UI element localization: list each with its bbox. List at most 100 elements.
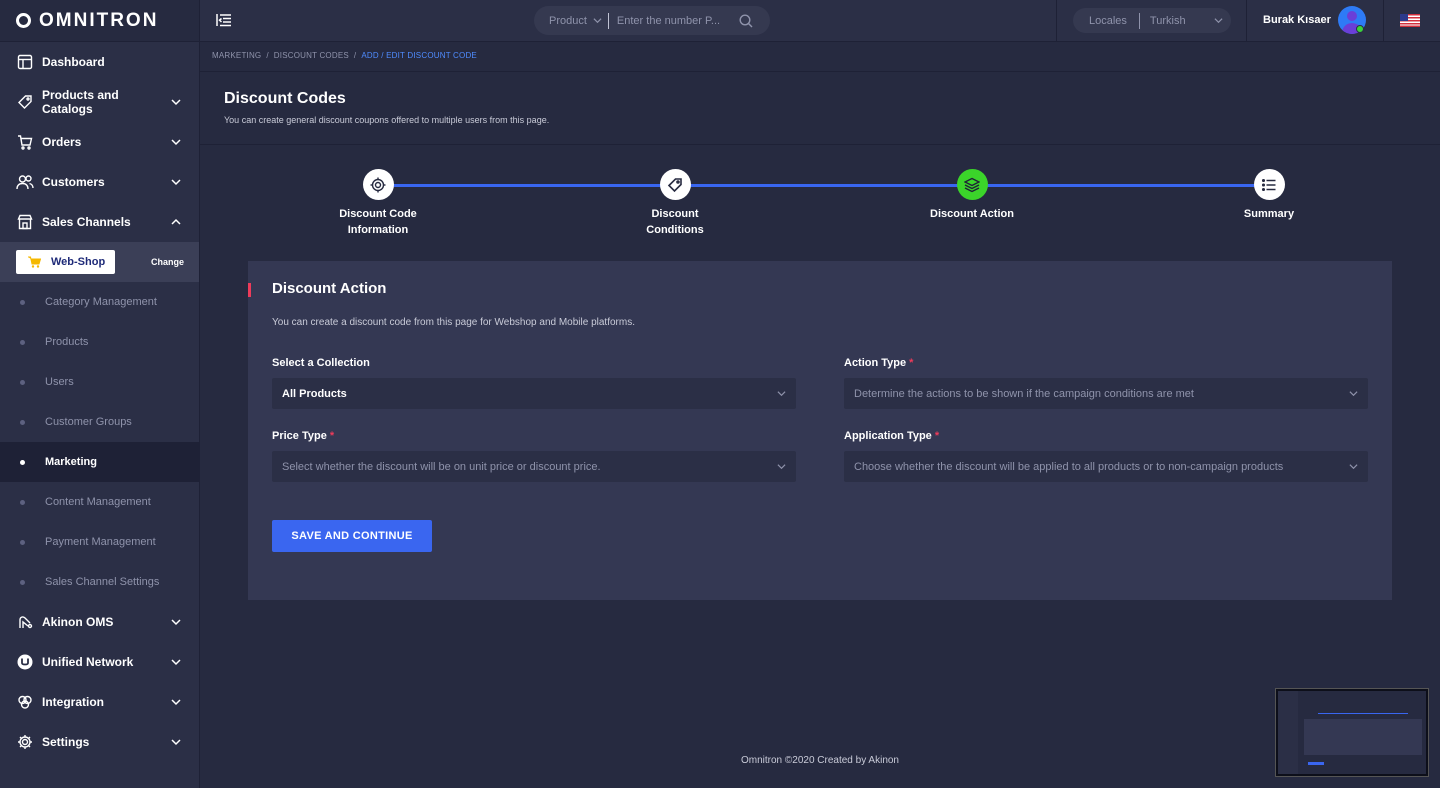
- sidebar-item-unified-network[interactable]: Unified Network: [0, 642, 199, 682]
- stepper-progress-line: [378, 184, 1268, 187]
- bullet-icon: [20, 539, 25, 545]
- field-label: Price Type *: [272, 430, 335, 442]
- sidebar-subitem-marketing[interactable]: Marketing: [0, 442, 199, 482]
- step-discount-action[interactable]: Discount Action: [892, 169, 1052, 222]
- sidebar-item-integration[interactable]: Integration: [0, 682, 199, 722]
- breadcrumb-current: ADD / EDIT DISCOUNT CODE: [361, 51, 477, 60]
- flag-icon[interactable]: [1400, 14, 1420, 27]
- change-channel-button[interactable]: Change: [151, 257, 184, 267]
- sidebar-subitem-content-management[interactable]: Content Management: [0, 482, 199, 522]
- integration-icon: [16, 693, 34, 711]
- sidebar-item-label: Dashboard: [42, 55, 105, 69]
- sidebar-item-sales-channels[interactable]: Sales Channels: [0, 202, 199, 242]
- sidebar-item-customers[interactable]: Customers: [0, 162, 199, 202]
- sidebar-subitem-label: Content Management: [45, 496, 151, 508]
- sidebar-subitem-users[interactable]: Users: [0, 362, 199, 402]
- chevron-down-icon: [777, 464, 786, 470]
- sidebar-subitem-payment-management[interactable]: Payment Management: [0, 522, 199, 562]
- sidebar-subitem-products[interactable]: Products: [0, 322, 199, 362]
- required-marker: *: [329, 430, 335, 442]
- chevron-down-icon: [171, 179, 181, 186]
- locale-select[interactable]: Locales Turkish: [1073, 8, 1231, 33]
- tag-icon: [667, 177, 682, 192]
- step-summary[interactable]: Summary: [1189, 169, 1349, 222]
- sidebar-item-products-and-catalogs[interactable]: Products and Catalogs: [0, 82, 199, 122]
- cart-icon: [16, 133, 34, 151]
- collection-field: Select a Collection All Products: [272, 357, 796, 409]
- top-header: Product Locales Turkish Burak Kısaer: [200, 0, 1440, 42]
- minimap-sidebar: [1278, 691, 1298, 774]
- step-label: Discount Conditions: [646, 208, 704, 236]
- sidebar-subitem-sales-channel-settings[interactable]: Sales Channel Settings: [0, 562, 199, 602]
- sidebar-item-label: Integration: [42, 695, 104, 709]
- online-status-badge: [1356, 25, 1364, 33]
- sidebar-subitem-label: Category Management: [45, 296, 157, 308]
- chevron-down-icon: [777, 391, 786, 397]
- global-search: Product: [534, 6, 770, 35]
- bullet-icon: [20, 459, 25, 465]
- network-icon: [16, 653, 34, 671]
- breadcrumb-item-marketing[interactable]: MARKETING: [212, 51, 261, 60]
- locale-divider: [1138, 12, 1140, 29]
- save-and-continue-button[interactable]: SAVE AND CONTINUE: [272, 520, 432, 552]
- cart-icon: [28, 256, 41, 268]
- step-label: Discount Action: [930, 208, 1014, 220]
- breadcrumb-item-discount-codes[interactable]: DISCOUNT CODES: [274, 51, 349, 60]
- action-type-select[interactable]: Determine the actions to be shown if the…: [844, 378, 1368, 409]
- users-icon: [16, 173, 34, 191]
- sidebar-item-settings[interactable]: Settings: [0, 722, 199, 762]
- sidebar-item-label: Akinon OMS: [42, 615, 114, 629]
- dashboard-icon: [16, 53, 34, 71]
- breadcrumb: MARKETING / DISCOUNT CODES / ADD / EDIT …: [212, 51, 477, 60]
- sidebar-item-label: Unified Network: [42, 655, 134, 669]
- collection-select[interactable]: All Products: [272, 378, 796, 409]
- chevron-down-icon: [1349, 391, 1358, 397]
- logo-text: OMNITRON: [39, 9, 159, 31]
- bullet-icon: [20, 379, 25, 385]
- chevron-down-icon: [171, 659, 181, 666]
- chevron-down-icon[interactable]: [593, 16, 602, 25]
- search-input[interactable]: [616, 14, 733, 27]
- sidebar-item-dashboard[interactable]: Dashboard: [0, 42, 199, 82]
- gear-icon: [16, 733, 34, 751]
- locales-label: Locales: [1089, 14, 1127, 27]
- divider: [200, 144, 1440, 145]
- sidebar-subitem-label: Users: [45, 376, 74, 388]
- page-minimap[interactable]: [1276, 689, 1428, 776]
- user-name[interactable]: Burak Kısaer: [1263, 14, 1331, 26]
- step-discount-conditions[interactable]: Discount Conditions: [595, 169, 755, 238]
- header-divider: [1056, 0, 1057, 42]
- minimap-card: [1304, 719, 1422, 755]
- step-discount-code-information[interactable]: Discount Code Information: [298, 169, 458, 238]
- sidebar-item-akinon-oms[interactable]: Akinon OMS: [0, 602, 199, 642]
- step-circle: [362, 169, 394, 200]
- search-category-select[interactable]: Product: [549, 15, 587, 27]
- search-divider: [607, 12, 609, 29]
- chevron-down-icon: [171, 619, 181, 626]
- sidebar-item-orders[interactable]: Orders: [0, 122, 199, 162]
- application-type-select[interactable]: Choose whether the discount will be appl…: [844, 451, 1368, 482]
- step-circle: [1253, 169, 1285, 200]
- select-value: All Products: [282, 387, 347, 400]
- chevron-down-icon: [1349, 464, 1358, 470]
- price-type-select[interactable]: Select whether the discount will be on u…: [272, 451, 796, 482]
- footer-credits: Omnitron ©2020 Created by Akinon: [740, 755, 899, 766]
- discount-action-card: Discount Action You can create a discoun…: [248, 261, 1392, 600]
- sidebar-subitem-category-management[interactable]: Category Management: [0, 282, 199, 322]
- menu-collapse-icon[interactable]: [216, 13, 232, 27]
- page-subtitle: You can create general discount coupons …: [224, 115, 550, 125]
- layers-icon: [964, 177, 980, 192]
- chevron-down-icon: [1214, 18, 1223, 24]
- field-label: Action Type *: [844, 357, 914, 369]
- search-icon[interactable]: [739, 13, 753, 28]
- webshop-channel-button[interactable]: Web-Shop: [16, 250, 115, 274]
- sidebar-subitem-customer-groups[interactable]: Customer Groups: [0, 402, 199, 442]
- required-marker: *: [934, 430, 940, 442]
- locale-value: Turkish: [1149, 14, 1186, 27]
- sidebar-item-label: Products and Catalogs: [42, 88, 119, 116]
- card-accent-bar: [248, 283, 251, 297]
- chevron-down-icon: [171, 699, 181, 706]
- chevron-down-icon: [171, 139, 181, 146]
- logo[interactable]: OMNITRON: [0, 0, 199, 42]
- select-placeholder: Determine the actions to be shown if the…: [854, 387, 1194, 400]
